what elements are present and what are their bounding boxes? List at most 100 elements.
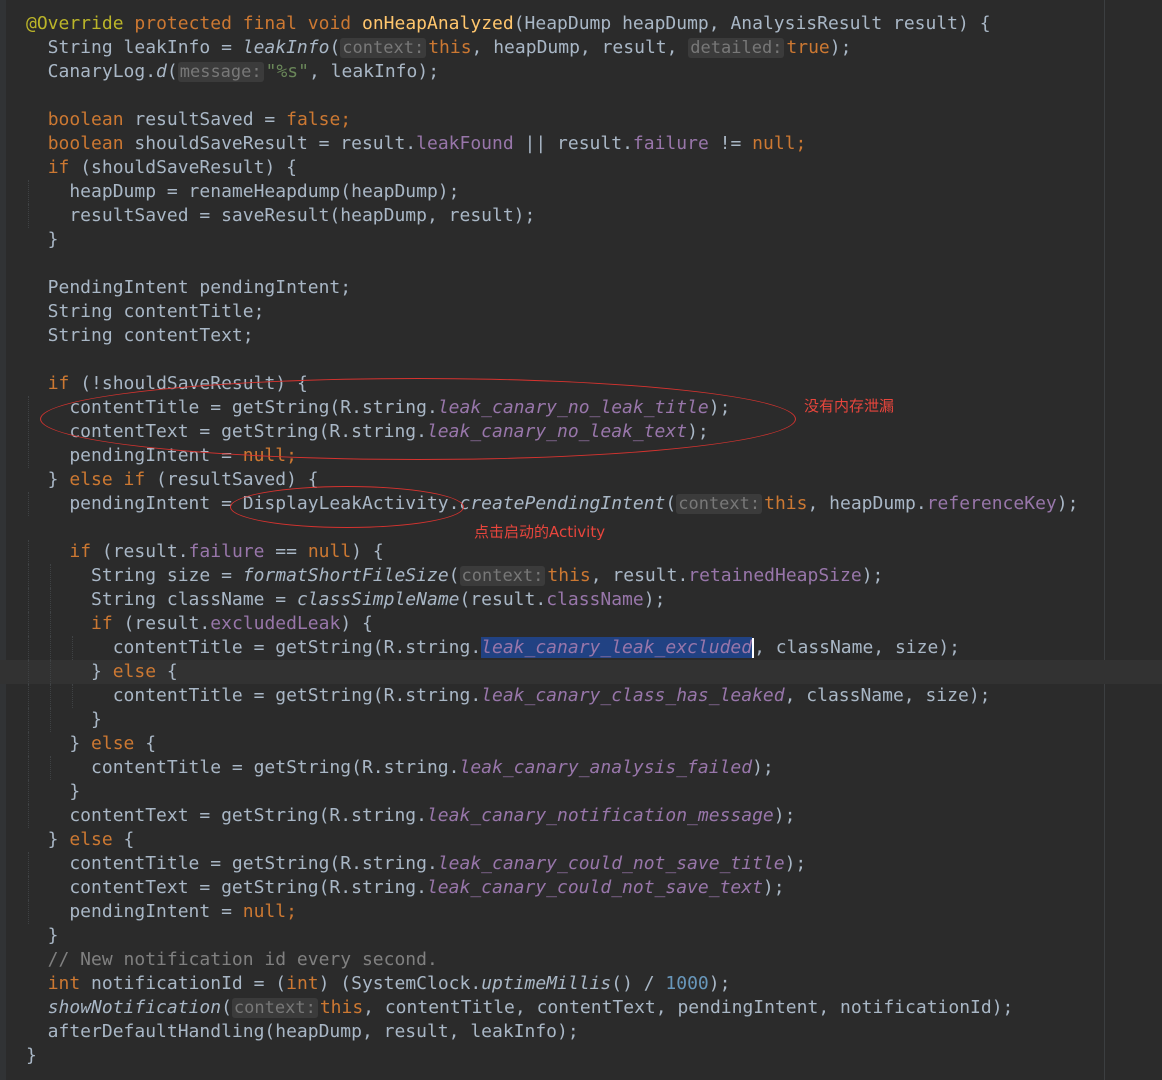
code-line[interactable]: } else { bbox=[0, 732, 1162, 756]
code-line[interactable]: PendingIntent pendingIntent; bbox=[0, 276, 1162, 300]
code-line[interactable]: String size = formatShortFileSize(contex… bbox=[0, 564, 1162, 588]
code-line[interactable]: String contentText; bbox=[0, 324, 1162, 348]
code-line[interactable]: boolean resultSaved = false; bbox=[0, 108, 1162, 132]
code-line[interactable]: int notificationId = (int) (SystemClock.… bbox=[0, 972, 1162, 996]
code-line[interactable] bbox=[0, 348, 1162, 372]
code-text: pendingIntent = null; bbox=[26, 444, 297, 468]
code-token: ); bbox=[829, 37, 852, 58]
code-token: heapDump = renameHeapdump(heapDump); bbox=[26, 181, 460, 202]
code-line[interactable]: contentTitle = getString(R.string.leak_c… bbox=[0, 852, 1162, 876]
code-editor[interactable]: @Override protected final void onHeapAna… bbox=[0, 0, 1162, 1080]
code-text: int notificationId = (int) (SystemClock.… bbox=[26, 972, 731, 996]
code-text: contentText = getString(R.string.leak_ca… bbox=[26, 876, 785, 900]
code-line[interactable]: afterDefaultHandling(heapDump, result, l… bbox=[0, 1020, 1162, 1044]
code-line[interactable]: @Override protected final void onHeapAna… bbox=[0, 12, 1162, 36]
code-token: formatShortFileSize bbox=[242, 565, 449, 586]
code-token: ( bbox=[166, 61, 178, 82]
code-token: leakFound bbox=[416, 133, 514, 154]
code-token: (HeapDump heapDump, AnalysisResult resul… bbox=[513, 13, 991, 34]
code-token: String contentTitle; bbox=[26, 301, 265, 322]
code-line[interactable]: } bbox=[0, 1044, 1162, 1068]
code-line[interactable]: } bbox=[0, 780, 1162, 804]
code-token: afterDefaultHandling(heapDump, result, l… bbox=[26, 1021, 579, 1042]
code-text: } bbox=[26, 708, 102, 732]
code-line[interactable] bbox=[0, 84, 1162, 108]
code-token: contentTitle = getString(R.string. bbox=[26, 685, 482, 706]
code-line[interactable]: String contentTitle; bbox=[0, 300, 1162, 324]
code-token: leak_canary_no_leak_title bbox=[437, 397, 709, 418]
code-token: } bbox=[26, 925, 59, 946]
code-line[interactable]: if (!shouldSaveResult) { bbox=[0, 372, 1162, 396]
code-token: failure bbox=[188, 541, 265, 562]
code-line[interactable]: boolean shouldSaveResult = result.leakFo… bbox=[0, 132, 1162, 156]
code-line[interactable]: String leakInfo = leakInfo(context: this,… bbox=[0, 36, 1162, 60]
code-line[interactable]: pendingIntent = null; bbox=[0, 900, 1162, 924]
code-text: pendingIntent = DisplayLeakActivity.crea… bbox=[26, 492, 1078, 516]
code-line[interactable]: contentTitle = getString(R.string.leak_c… bbox=[0, 756, 1162, 780]
code-token: { bbox=[156, 661, 178, 682]
code-line[interactable]: pendingIntent = null; bbox=[0, 444, 1162, 468]
code-token: ) { bbox=[340, 613, 373, 634]
code-line[interactable]: // New notification id every second. bbox=[0, 948, 1162, 972]
code-token: String size = bbox=[26, 565, 243, 586]
code-token: null bbox=[307, 541, 352, 562]
code-text: CanaryLog.d(message: "%s", leakInfo); bbox=[26, 60, 439, 84]
code-text: } bbox=[26, 228, 59, 252]
code-line[interactable]: showNotification(context: this, contentTi… bbox=[0, 996, 1162, 1020]
code-token: null bbox=[752, 133, 796, 154]
code-line[interactable]: if (shouldSaveResult) { bbox=[0, 156, 1162, 180]
code-line[interactable]: if (result.excludedLeak) { bbox=[0, 612, 1162, 636]
code-line[interactable]: contentTitle = getString(R.string.leak_c… bbox=[0, 636, 1162, 660]
code-line[interactable]: contentTitle = getString(R.string.leak_c… bbox=[0, 684, 1162, 708]
code-token: int bbox=[286, 973, 319, 994]
code-line[interactable]: } else if (resultSaved) { bbox=[0, 468, 1162, 492]
code-text: showNotification(context: this, contentTi… bbox=[26, 996, 1013, 1020]
code-line[interactable]: contentText = getString(R.string.leak_ca… bbox=[0, 420, 1162, 444]
code-line[interactable]: if (result.failure == null) { bbox=[0, 540, 1162, 564]
code-line[interactable]: contentText = getString(R.string.leak_ca… bbox=[0, 804, 1162, 828]
code-line[interactable]: String className = classSimpleName(resul… bbox=[0, 588, 1162, 612]
code-line[interactable]: resultSaved = saveResult(heapDump, resul… bbox=[0, 204, 1162, 228]
code-token: != bbox=[708, 133, 753, 154]
code-token: (!shouldSaveResult) { bbox=[69, 373, 308, 394]
code-line[interactable]: contentTitle = getString(R.string.leak_c… bbox=[0, 396, 1162, 420]
code-line[interactable]: CanaryLog.d(message: "%s", leakInfo); bbox=[0, 60, 1162, 84]
code-token: leakInfo bbox=[242, 37, 330, 58]
code-token: ); bbox=[762, 877, 785, 898]
code-line[interactable] bbox=[0, 252, 1162, 276]
code-text: } else if (resultSaved) { bbox=[26, 468, 319, 492]
code-text: heapDump = renameHeapdump(heapDump); bbox=[26, 180, 459, 204]
code-token: else if bbox=[69, 469, 146, 490]
code-text: boolean resultSaved = false; bbox=[26, 108, 351, 132]
code-line[interactable]: heapDump = renameHeapdump(heapDump); bbox=[0, 180, 1162, 204]
code-line[interactable]: contentText = getString(R.string.leak_ca… bbox=[0, 876, 1162, 900]
code-line[interactable]: } else { bbox=[0, 828, 1162, 852]
code-text: } else { bbox=[26, 732, 156, 756]
code-line[interactable]: } bbox=[0, 708, 1162, 732]
code-line[interactable]: } else { bbox=[0, 660, 1162, 684]
code-token: protected final void bbox=[134, 13, 352, 34]
code-token: contentText = getString(R.string. bbox=[26, 877, 427, 898]
code-text: String contentText; bbox=[26, 324, 254, 348]
code-token: d bbox=[156, 61, 167, 82]
code-token: pendingIntent = bbox=[26, 445, 243, 466]
code-token: ); bbox=[784, 853, 807, 874]
code-line[interactable]: } bbox=[0, 228, 1162, 252]
code-token: ); bbox=[752, 757, 774, 778]
code-text: resultSaved = saveResult(heapDump, resul… bbox=[26, 204, 535, 228]
parameter-hint: context: bbox=[231, 998, 318, 1018]
code-token: ( bbox=[448, 565, 460, 586]
code-token: leak_canary_could_not_save_title bbox=[437, 853, 785, 874]
code-line[interactable]: } bbox=[0, 924, 1162, 948]
code-text: String className = classSimpleName(resul… bbox=[26, 588, 665, 612]
code-token: 1000 bbox=[665, 973, 709, 994]
code-line[interactable]: pendingIntent = DisplayLeakActivity.crea… bbox=[0, 492, 1162, 516]
code-token: retainedHeapSize bbox=[688, 565, 862, 586]
code-token: if bbox=[69, 541, 92, 562]
code-token: } bbox=[26, 229, 59, 250]
code-token: } bbox=[26, 1045, 37, 1066]
code-token: leak_canary_analysis_failed bbox=[459, 757, 753, 778]
code-token: if bbox=[91, 613, 113, 634]
